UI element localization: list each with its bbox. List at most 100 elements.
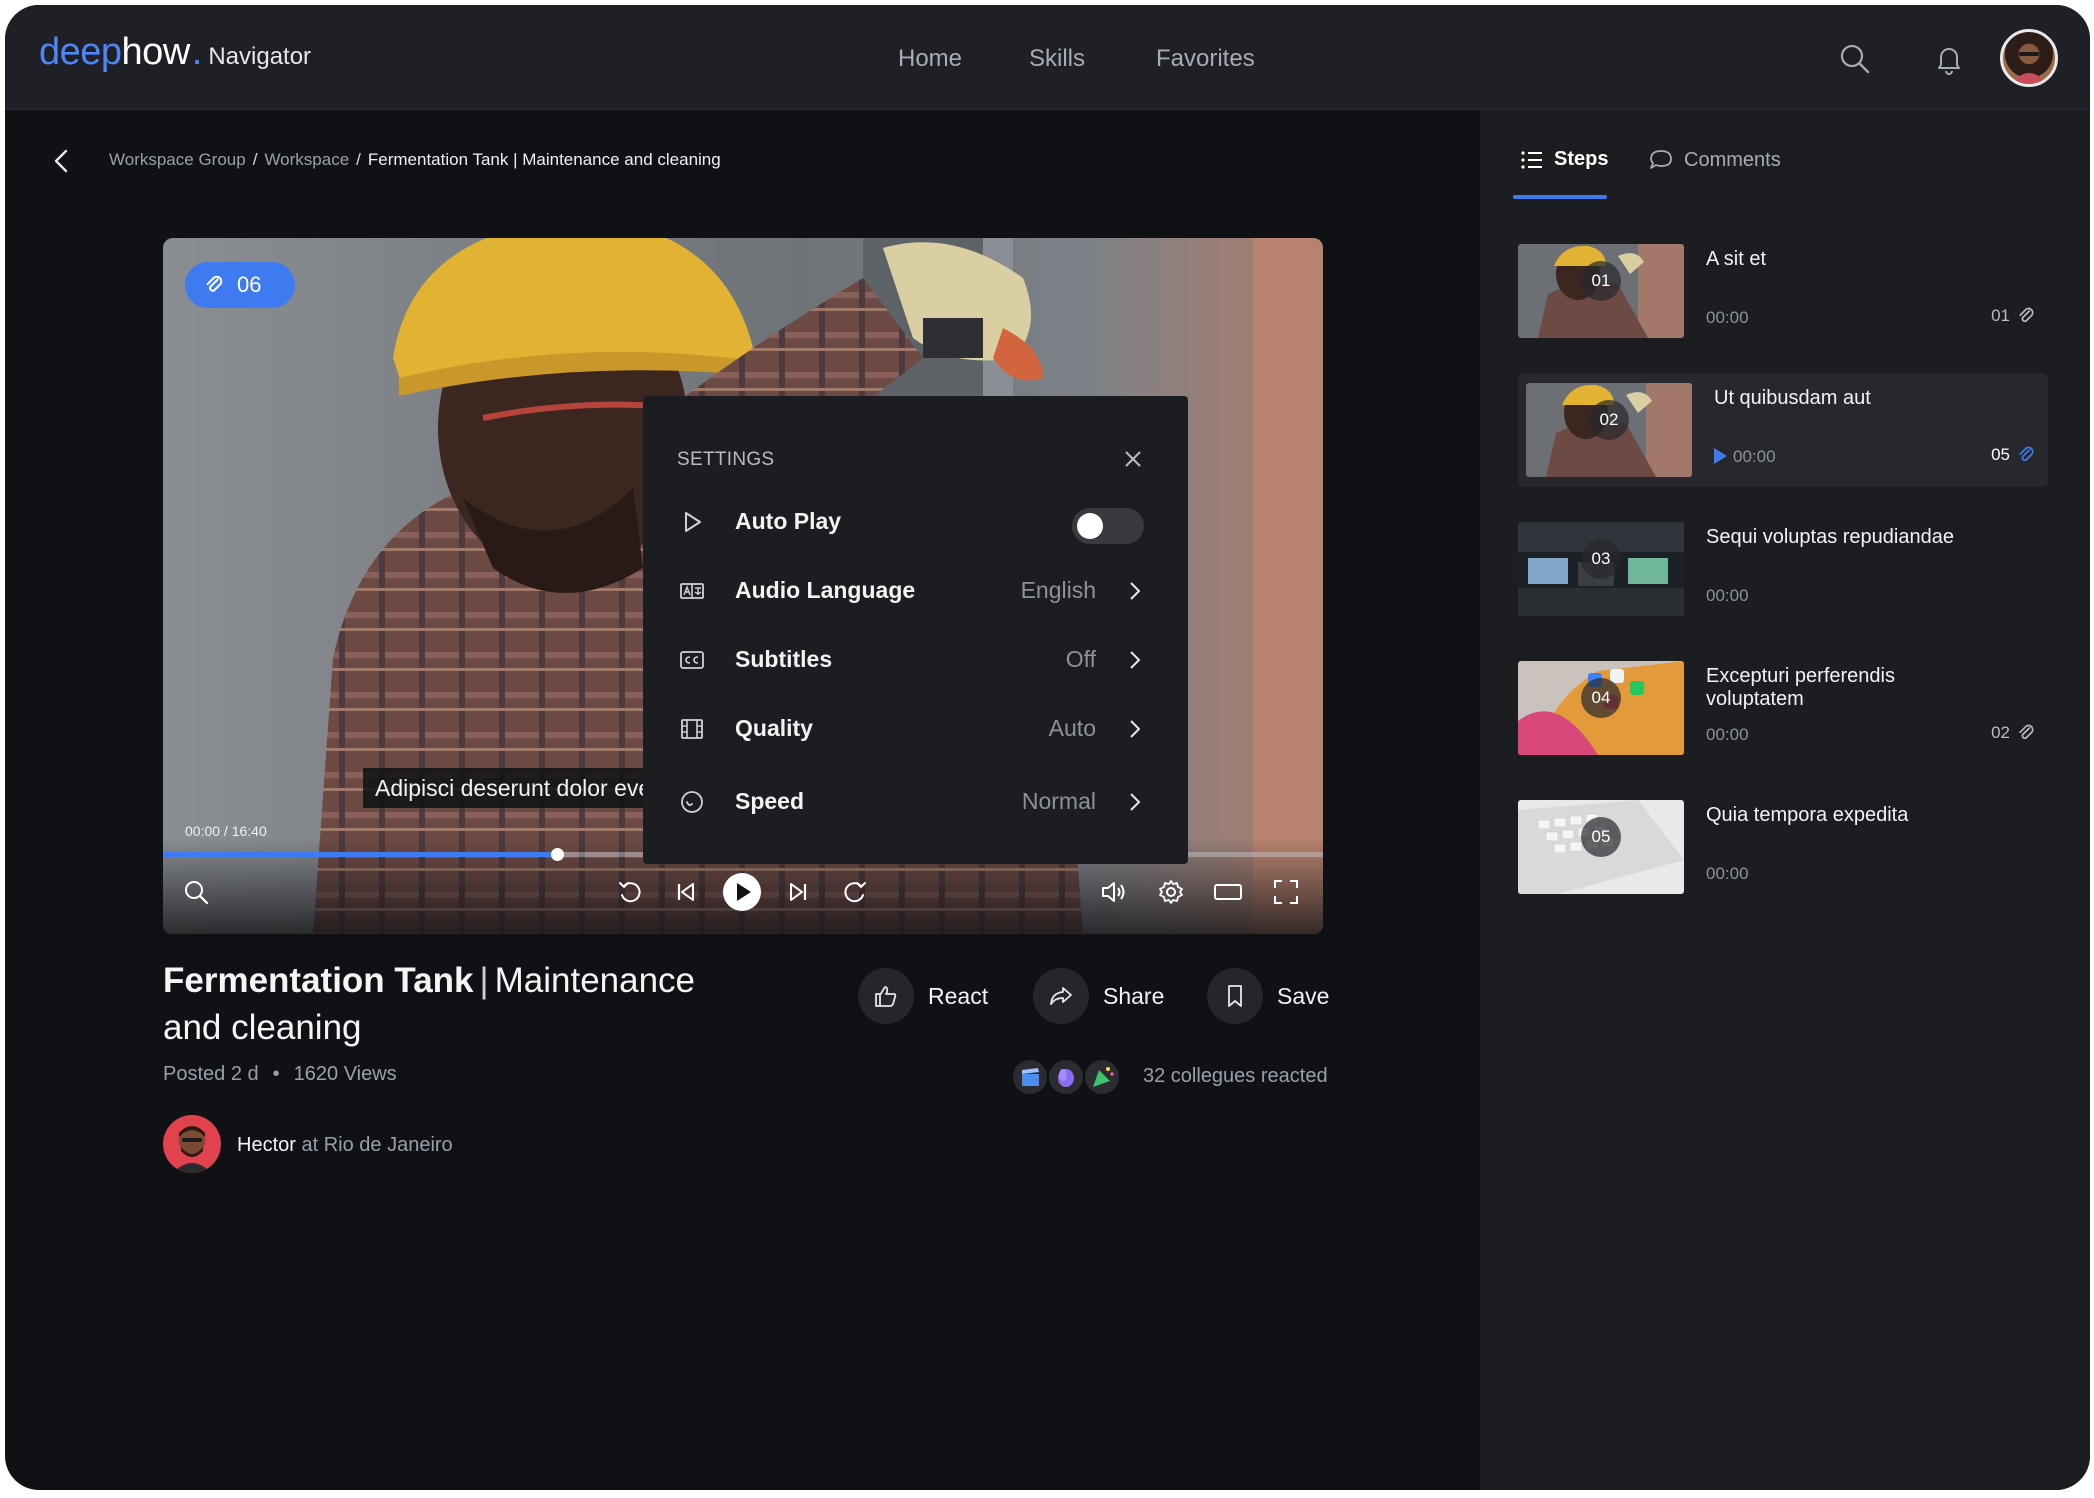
app-window: deep how . Navigator Home Skills Favorit… (5, 5, 2090, 1490)
user-avatar[interactable] (2000, 29, 2058, 87)
next-step-icon[interactable] (783, 877, 813, 907)
deephow-logo[interactable]: deep how . Navigator (39, 31, 311, 81)
speedometer-icon (681, 791, 703, 813)
step-attachments[interactable]: 02 (1991, 723, 2036, 743)
nav-favorites[interactable]: Favorites (1156, 45, 1255, 73)
step-duration: 00:00 (1706, 586, 1749, 605)
share-arrow-icon (1050, 987, 1072, 1005)
video-title-separator: | (479, 961, 489, 1000)
share-label: Share (1103, 982, 1165, 1009)
list-icon (1521, 150, 1542, 169)
settings-row-quality[interactable]: Quality Auto (643, 700, 1188, 756)
step-item[interactable]: 05 Quia tempora expedita 00:00 (1518, 790, 2048, 904)
audio-language-icon (680, 583, 704, 599)
clapperboard-emoji-icon (1011, 1058, 1049, 1096)
speed-label: Speed (735, 788, 805, 814)
close-icon[interactable] (1122, 448, 1144, 470)
breadcrumb: Workspace Group / Workspace / Fermentation T… (109, 150, 721, 170)
now-playing-icon (1714, 448, 1727, 464)
video-title: Fermentation Tank | Maintenance and cleani… (163, 957, 723, 1051)
active-tab-indicator (1513, 195, 1607, 199)
zoom-search-icon[interactable] (181, 877, 211, 907)
step-item[interactable]: 01 A sit et 00:00 01 (1518, 234, 2048, 348)
settings-popup: SETTINGS Auto Play Audio Language Englis… (643, 396, 1188, 864)
step-item-active[interactable]: 02 Ut quibusdam aut 00:00 05 (1518, 373, 2048, 487)
search-icon[interactable] (1839, 43, 1871, 75)
paperclip-icon (2019, 446, 2034, 462)
autoplay-label: Auto Play (735, 508, 842, 534)
paperclip-icon (206, 275, 223, 292)
settings-row-autoplay[interactable]: Auto Play (643, 493, 1188, 549)
save-button[interactable]: Save (1207, 968, 1329, 1024)
author-avatar-image (173, 1126, 211, 1173)
breadcrumb-workspace-group[interactable]: Workspace Group (109, 150, 246, 169)
logo-how-text: how (121, 31, 191, 73)
step-attachments[interactable]: 05 (1991, 445, 2036, 465)
step-title: Sequi voluptas repudiandae (1706, 526, 1954, 548)
tab-steps-label: Steps (1554, 148, 1609, 170)
author-location: at Rio de Janeiro (301, 1134, 453, 1156)
react-button[interactable]: React (858, 968, 988, 1024)
author-avatar[interactable] (163, 1115, 221, 1173)
step-title: Excepturi perferendis voluptatem (1706, 665, 1895, 710)
play-button[interactable] (721, 871, 763, 913)
previous-step-icon[interactable] (671, 877, 701, 907)
step-title: Ut quibusdam aut (1714, 387, 1871, 409)
step-item[interactable]: 04 Excepturi perferendis voluptatem 00:0… (1518, 651, 2048, 765)
logo-deep-text: deep (39, 31, 122, 73)
video-meta: Posted 2 d • 1620 Views (163, 1063, 397, 1086)
nav-skills[interactable]: Skills (1029, 45, 1085, 73)
comment-bubble-icon (1650, 150, 1672, 169)
share-button-circle (1033, 968, 1089, 1024)
tab-steps[interactable]: Steps (1520, 148, 1608, 171)
settings-gear-icon[interactable] (1156, 877, 1186, 907)
video-title-main: Fermentation Tank (163, 961, 474, 1000)
author-name[interactable]: Hector (237, 1134, 296, 1156)
react-button-circle (858, 968, 914, 1024)
step-duration: 00:00 (1706, 725, 1749, 744)
step-number: 04 (1581, 678, 1621, 718)
step-duration: 00:00 (1706, 308, 1749, 327)
fullscreen-icon[interactable] (1271, 877, 1301, 907)
film-icon (681, 719, 703, 739)
step-number: 05 (1581, 817, 1621, 857)
reactions-summary: 32 collegues reacted (1143, 1065, 1328, 1087)
share-button[interactable]: Share (1033, 968, 1164, 1024)
step-number: 02 (1589, 400, 1629, 440)
video-caption: Adipisci deserunt dolor eve (363, 768, 643, 808)
video-timecode: 00:00 / 16:40 (185, 823, 267, 839)
attachments-badge[interactable]: 06 (185, 262, 295, 308)
audio-language-value: English (1020, 577, 1096, 603)
step-title: Quia tempora expedita (1706, 804, 1909, 826)
volume-icon[interactable] (1098, 877, 1128, 907)
settings-title: SETTINGS (677, 449, 775, 470)
reaction-emojis[interactable] (1011, 1058, 1127, 1096)
logo-product-name: Navigator (208, 43, 312, 70)
settings-row-speed[interactable]: Speed Normal (643, 773, 1188, 829)
react-label: React (928, 982, 989, 1009)
top-navigation-bar: deep how . Navigator Home Skills Favorit… (5, 5, 2090, 110)
settings-row-subtitles[interactable]: Subtitles Off (643, 631, 1188, 687)
fast-forward-icon[interactable] (840, 877, 870, 907)
toggle-knob (1077, 513, 1103, 539)
paperclip-icon (2019, 724, 2034, 740)
back-arrow-icon[interactable] (50, 146, 74, 176)
rewind-icon[interactable] (615, 877, 645, 907)
breadcrumb-workspace[interactable]: Workspace (264, 150, 349, 169)
subtitles-label: Subtitles (735, 646, 833, 672)
chevron-right-icon (1130, 651, 1141, 669)
speed-value: Normal (1021, 788, 1096, 814)
autoplay-toggle[interactable] (1072, 508, 1144, 544)
clapping-hands-emoji-icon (1047, 1058, 1085, 1096)
step-item[interactable]: 03 Sequi voluptas repudiandae 00:00 (1518, 512, 2048, 626)
step-attachments[interactable]: 01 (1991, 306, 2036, 326)
bell-icon[interactable] (1933, 43, 1965, 75)
step-duration: 00:00 (1706, 864, 1749, 883)
settings-row-audio-language[interactable]: Audio Language English (643, 562, 1188, 618)
author-info: Hector at Rio de Janeiro (237, 1134, 453, 1157)
audio-language-label: Audio Language (735, 577, 916, 603)
tab-comments[interactable]: Comments (1648, 148, 1781, 172)
step-title: A sit et (1706, 248, 1767, 270)
theater-mode-icon[interactable] (1213, 877, 1243, 907)
nav-home[interactable]: Home (898, 45, 962, 73)
